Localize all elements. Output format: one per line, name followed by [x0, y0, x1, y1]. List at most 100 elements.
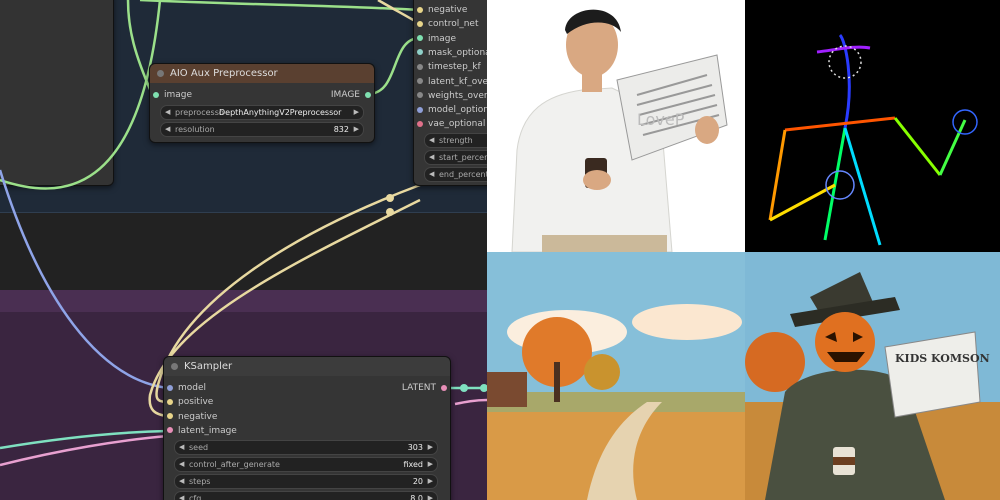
arrow-left-icon[interactable]: ◀ — [165, 123, 170, 136]
ksampler-input-latent-image[interactable]: latent_image — [167, 424, 237, 438]
port-label: LATENT — [401, 383, 436, 393]
arrow-right-icon[interactable]: ▶ — [428, 475, 433, 488]
port-label: latent_kf_overrid — [428, 76, 487, 87]
input-port-dot[interactable] — [167, 384, 173, 391]
collapse-dot-icon[interactable] — [171, 363, 178, 370]
widget-value: DepthAnythingV2Preprocessor — [219, 108, 342, 117]
widget-resolution[interactable]: ◀ resolution 832 ▶ — [160, 122, 364, 137]
reroute-dot — [460, 384, 468, 392]
reroute-dot — [386, 194, 394, 202]
reroute-dot — [386, 208, 394, 216]
widget-steps[interactable]: ◀ ▶ steps 20 — [174, 474, 438, 489]
scarecrow-illustration: KIDS KOMSON — [745, 272, 1000, 500]
node-canvas[interactable]: negative control_netimage mask_optionaltim… — [0, 0, 487, 500]
apply-input-control-net[interactable]: control_net — [417, 17, 478, 31]
apply-input-model-optional[interactable]: model_optional — [417, 103, 487, 117]
arrow-left-icon[interactable]: ◀ — [179, 441, 184, 454]
node-title-bar[interactable]: AIO Aux Preprocessor — [150, 64, 374, 83]
man-reading-newspaper-illustration: LoveP — [511, 9, 728, 252]
arrow-right-icon[interactable]: ▶ — [354, 123, 359, 136]
widget-label: end_percent — [439, 170, 487, 179]
port-label: IMAGE — [330, 90, 360, 100]
wire-top-green — [139, 0, 421, 12]
apply-input-mask-optional[interactable]: mask_optional — [417, 46, 487, 60]
image-openpose-skeleton — [745, 0, 1000, 252]
wire-pink-out — [454, 398, 487, 406]
port-label: weights_overrid — [428, 90, 487, 101]
wire-latent-pink — [0, 434, 169, 467]
ksampler-input-negative[interactable]: negative — [167, 410, 217, 424]
port-label: negative — [428, 5, 468, 15]
node-ksampler[interactable]: KSampler model positive negative latent_ima… — [163, 356, 451, 500]
widget-cfg[interactable]: ◀ ▶ cfg 8.0 — [174, 491, 438, 500]
apply-input-image[interactable]: image — [417, 32, 456, 46]
widget-start-percent[interactable]: ◀ start_percent — [424, 150, 487, 165]
port-label: mask_optional — [428, 47, 487, 58]
arrow-left-icon[interactable]: ◀ — [179, 475, 184, 488]
image-autumn-road-landscape — [487, 252, 745, 500]
apply-input-vae-optional[interactable]: vae_optional — [417, 117, 485, 131]
newspaper-headline: KIDS KOMSON — [895, 352, 990, 365]
arrow-left-icon[interactable]: ◀ — [179, 492, 184, 500]
collapse-dot-icon[interactable] — [157, 70, 164, 77]
widget-label: start_percent — [439, 153, 487, 162]
input-port-dot[interactable] — [167, 398, 173, 405]
arrow-right-icon[interactable]: ▶ — [354, 106, 359, 119]
arrow-right-icon[interactable]: ▶ — [428, 492, 433, 500]
arrow-left-icon[interactable]: ◀ — [429, 134, 434, 147]
arrow-left-icon[interactable]: ◀ — [429, 151, 434, 164]
arrow-right-icon[interactable]: ▶ — [428, 458, 433, 471]
apply-input-timestep-kf[interactable]: timestep_kf — [417, 60, 481, 74]
widget-end-percent[interactable]: ◀ end_percent — [424, 167, 487, 182]
aux-title: AIO Aux Preprocessor — [170, 68, 278, 79]
input-port-dot[interactable] — [417, 63, 423, 70]
input-port-dot[interactable] — [153, 91, 159, 98]
input-port-dot[interactable] — [417, 78, 423, 84]
apply-input-weights-overrid[interactable]: weights_overrid — [417, 89, 487, 103]
widget-seed[interactable]: ◀ ▶ seed 303 — [174, 440, 438, 455]
widget-value: fixed — [403, 460, 423, 469]
ksampler-title: KSampler — [184, 361, 233, 372]
ksampler-output-latent[interactable]: LATENT — [402, 381, 447, 395]
widget-strength[interactable]: ◀ strength — [424, 133, 487, 148]
widget-preprocessor[interactable]: ◀ preprocesso DepthAnythingV2Preprocesso… — [160, 105, 364, 120]
input-port-dot[interactable] — [417, 35, 423, 42]
port-label: control_net — [428, 19, 479, 30]
port-label: positive — [178, 397, 214, 408]
ksampler-input-positive[interactable]: positive — [167, 395, 213, 409]
arrow-left-icon[interactable]: ◀ — [179, 458, 184, 471]
arrow-left-icon[interactable]: ◀ — [165, 106, 170, 119]
widget-label: cfg — [189, 494, 202, 500]
output-port-dot[interactable] — [441, 384, 447, 391]
aux-input-image[interactable]: image — [153, 88, 192, 102]
input-port-dot[interactable] — [167, 427, 173, 434]
port-label: model — [178, 383, 207, 393]
port-label: timestep_kf — [428, 62, 481, 73]
widget-label: resolution — [175, 125, 215, 134]
widget-control-after-generate[interactable]: ◀ ▶ control_after_generate fixed — [174, 457, 438, 472]
input-port-dot[interactable] — [417, 6, 423, 13]
ksampler-input-model[interactable]: model — [167, 381, 206, 395]
widget-value: 832 — [333, 125, 349, 134]
widget-label: seed — [189, 443, 209, 452]
input-port-dot[interactable] — [167, 413, 173, 420]
node-apply-controlnet[interactable]: negative control_netimage mask_optionaltim… — [413, 0, 487, 186]
arrow-right-icon[interactable]: ▶ — [428, 441, 433, 454]
node-aio-aux-preprocessor[interactable]: AIO Aux Preprocessor image IMAGE ◀ prepr… — [149, 63, 375, 143]
input-port-dot[interactable] — [417, 92, 423, 99]
input-port-dot[interactable] — [417, 20, 423, 27]
watermark-text: LoveP — [637, 110, 685, 129]
arrow-left-icon[interactable]: ◀ — [429, 168, 434, 181]
apply-input-latent-kf-overrid[interactable]: latent_kf_overrid — [417, 75, 487, 89]
aux-output-image[interactable]: IMAGE — [331, 88, 371, 102]
input-port-dot[interactable] — [417, 120, 423, 127]
input-port-dot[interactable] — [417, 49, 423, 56]
apply-input-negative[interactable]: negative — [417, 3, 467, 17]
input-port-dot[interactable] — [417, 106, 423, 113]
node-title-bar[interactable]: KSampler — [164, 357, 450, 376]
port-label: vae_optional — [428, 119, 486, 130]
openpose-skeleton-illustration — [768, 33, 978, 246]
output-port-dot[interactable] — [365, 91, 371, 98]
widget-label: preprocesso — [175, 108, 224, 117]
port-label: image — [428, 33, 457, 44]
